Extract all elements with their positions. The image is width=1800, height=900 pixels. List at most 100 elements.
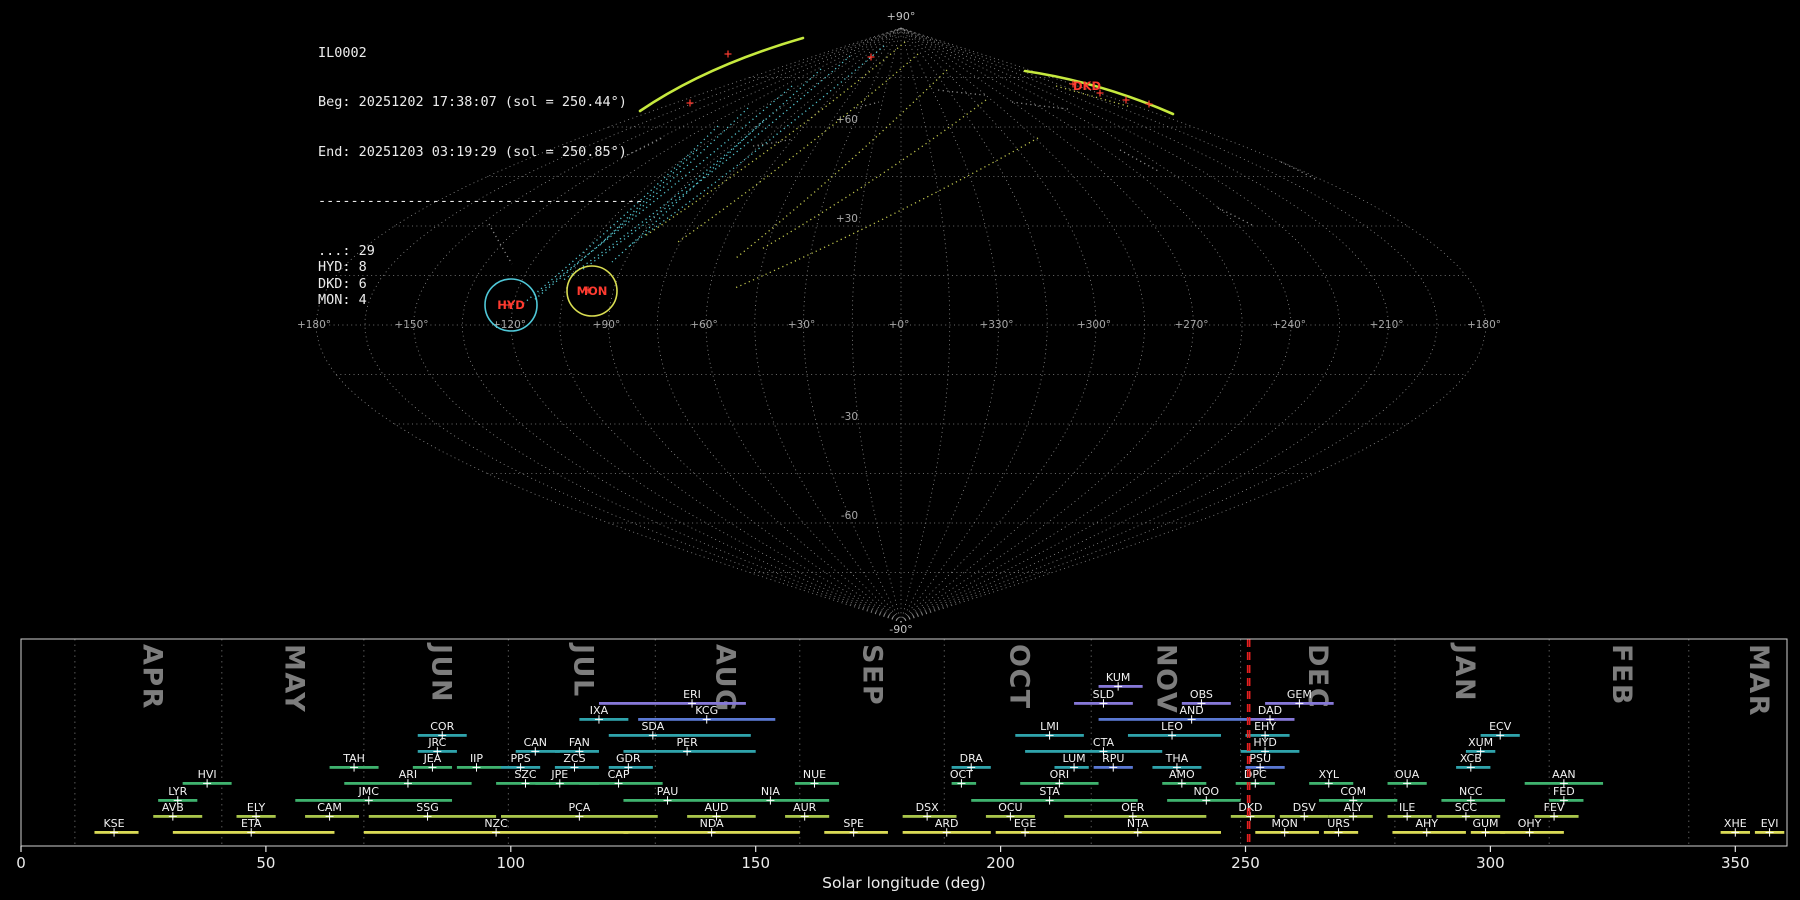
shower-code-label-hvi: HVI: [198, 768, 217, 781]
shower-code-label-sld: SLD: [1093, 688, 1115, 701]
shower-code-label-aur: AUR: [793, 801, 817, 814]
meteor-track: [644, 41, 906, 237]
shower-code-label-pca: PCA: [568, 801, 590, 814]
shower-code-label-ori: ORI: [1050, 768, 1070, 781]
shower-code-label-xhe: XHE: [1724, 817, 1747, 830]
month-label-jan: JAN: [1449, 642, 1480, 702]
shower-code-label-ehy: EHY: [1254, 720, 1276, 733]
shower-code-label-ely: ELY: [247, 801, 266, 814]
shower-count-dkd: DKD: 6: [318, 275, 367, 292]
shower-code-label-pps: PPS: [510, 752, 530, 765]
shower-count-mon: MON: 4: [318, 291, 367, 308]
pole-label-north: +90°: [887, 10, 916, 23]
shower-code-label-oua: OUA: [1395, 768, 1420, 781]
lat-tick-label: -30: [841, 411, 858, 423]
shower-code-label-oer: OER: [1121, 801, 1145, 814]
shower-code-label-ard: ARD: [935, 817, 959, 830]
month-label-jun: JUN: [425, 642, 456, 703]
month-label-may: MAY: [278, 644, 309, 713]
meteor-track: [734, 137, 1039, 289]
meteor-track: [677, 53, 919, 243]
lon-tick-label: +30°: [788, 319, 815, 331]
meteor-track: [855, 101, 880, 109]
x-axis-tick-label: 350: [1721, 854, 1750, 872]
shower-code-label-lyr: LYR: [168, 785, 187, 798]
shower-code-label-urs: URS: [1327, 817, 1350, 830]
station-id: IL0002: [318, 44, 367, 61]
shower-code-label-nzc: NZC: [484, 817, 508, 830]
shower-code-label-com: COM: [1340, 785, 1366, 798]
shower-code-label-jpe: JPE: [550, 768, 568, 781]
x-axis-tick-label: 300: [1476, 854, 1505, 872]
shower-bar-avb: [153, 815, 203, 818]
shower-code-label-iip: IIP: [470, 752, 483, 765]
shower-count-sporadic: ...: 29: [318, 242, 375, 259]
x-axis-tick-label: 100: [496, 854, 525, 872]
shower-code-label-eri: ERI: [683, 688, 701, 701]
shower-code-label-noo: NOO: [1194, 785, 1220, 798]
shower-count-hyd: HYD: 8: [318, 259, 367, 276]
meteor-track: [1280, 161, 1316, 180]
shower-count-list: ...: 29 HYD: 8 DKD: 6 MON: 4: [318, 243, 643, 309]
shower-code-label-eta: ETA: [241, 817, 262, 830]
x-axis-tick-label: 250: [1231, 854, 1260, 872]
shower-code-label-sda: SDA: [641, 720, 664, 733]
month-label-apr: APR: [136, 644, 167, 710]
radiant-sky-map: +90°-90°+180° +150° +120° +90° +60° +30° +0° +3…: [297, 10, 1501, 636]
shower-code-label-per: PER: [677, 736, 699, 749]
month-label-feb: FEB: [1606, 644, 1637, 706]
lon-tick-label: +240°: [1272, 319, 1306, 331]
lon-tick-label: +60°: [690, 319, 717, 331]
shower-code-label-oct: OCT: [950, 768, 973, 781]
shower-bar-sta: [971, 799, 1138, 802]
shower-code-label-jea: JEA: [423, 752, 442, 765]
lat-tick-label: +30: [836, 213, 858, 225]
month-label-mar: MAR: [1743, 644, 1774, 717]
shower-code-label-jmc: JMC: [358, 785, 380, 798]
lon-tick-label: +180°: [1467, 319, 1501, 331]
shower-code-label-kcg: KCG: [695, 704, 718, 717]
shower-code-label-tha: THA: [1165, 752, 1189, 765]
shower-code-label-hyd: HYD: [1253, 736, 1276, 749]
shower-code-label-ege: EGE: [1014, 817, 1036, 830]
shower-activity-timeline: APR MAY JUN JUL AUG SEP OCT NOV DEC JAN FEB MARKUME…: [16, 638, 1788, 892]
shower-code-label-nia: NIA: [761, 785, 780, 798]
lat-tick-label: -60: [841, 510, 858, 522]
shower-code-label-dsv: DSV: [1293, 801, 1316, 814]
shower-code-label-cam: CAM: [317, 801, 342, 814]
shower-bar-cta: [1025, 750, 1163, 753]
shower-code-label-nue: NUE: [803, 768, 826, 781]
radiant-label-dkd: DKD: [1073, 79, 1101, 93]
shower-code-label-gdr: GDR: [616, 752, 641, 765]
meteor-track: [1011, 101, 1069, 110]
observation-info-panel: IL0002 Beg: 20251202 17:38:07 (sol = 250…: [318, 12, 643, 341]
shower-code-label-nda: NDA: [700, 817, 725, 830]
meteor-track: [759, 99, 987, 251]
shower-code-label-evi: EVI: [1761, 817, 1779, 830]
shower-code-label-scc: SCC: [1455, 801, 1478, 814]
shower-code-label-dsx: DSX: [916, 801, 939, 814]
shower-code-label-psu: PSU: [1249, 752, 1271, 765]
meteor-track: [1119, 149, 1161, 173]
lon-tick-label: +330°: [979, 319, 1013, 331]
shower-code-label-dad: DAD: [1258, 704, 1282, 717]
observation-end: End: 20251203 03:19:29 (sol = 250.85°): [318, 143, 627, 160]
grid-meridian: [754, 27, 902, 623]
shower-code-label-mon: MON: [1271, 817, 1297, 830]
shower-code-label-aud: AUD: [704, 801, 728, 814]
shower-code-label-ocu: OCU: [998, 801, 1022, 814]
bright-meteor-arc: [638, 36, 805, 113]
shower-code-label-kum: KUM: [1106, 671, 1130, 684]
shower-code-label-gum: GUM: [1472, 817, 1498, 830]
shower-code-label-ncc: NCC: [1459, 785, 1483, 798]
shower-bar-ixa: [579, 718, 629, 721]
x-axis-title: Solar longitude (deg): [822, 874, 986, 892]
shower-code-label-ohy: OHY: [1518, 817, 1542, 830]
x-axis-tick-label: 200: [986, 854, 1015, 872]
shower-code-label-jrc: JRC: [427, 736, 446, 749]
shower-code-label-kse: KSE: [103, 817, 124, 830]
shower-code-label-cta: CTA: [1093, 736, 1115, 749]
month-label-sep: SEP: [856, 644, 887, 706]
x-axis-tick-label: 0: [16, 854, 26, 872]
shower-code-label-avb: AVB: [162, 801, 184, 814]
